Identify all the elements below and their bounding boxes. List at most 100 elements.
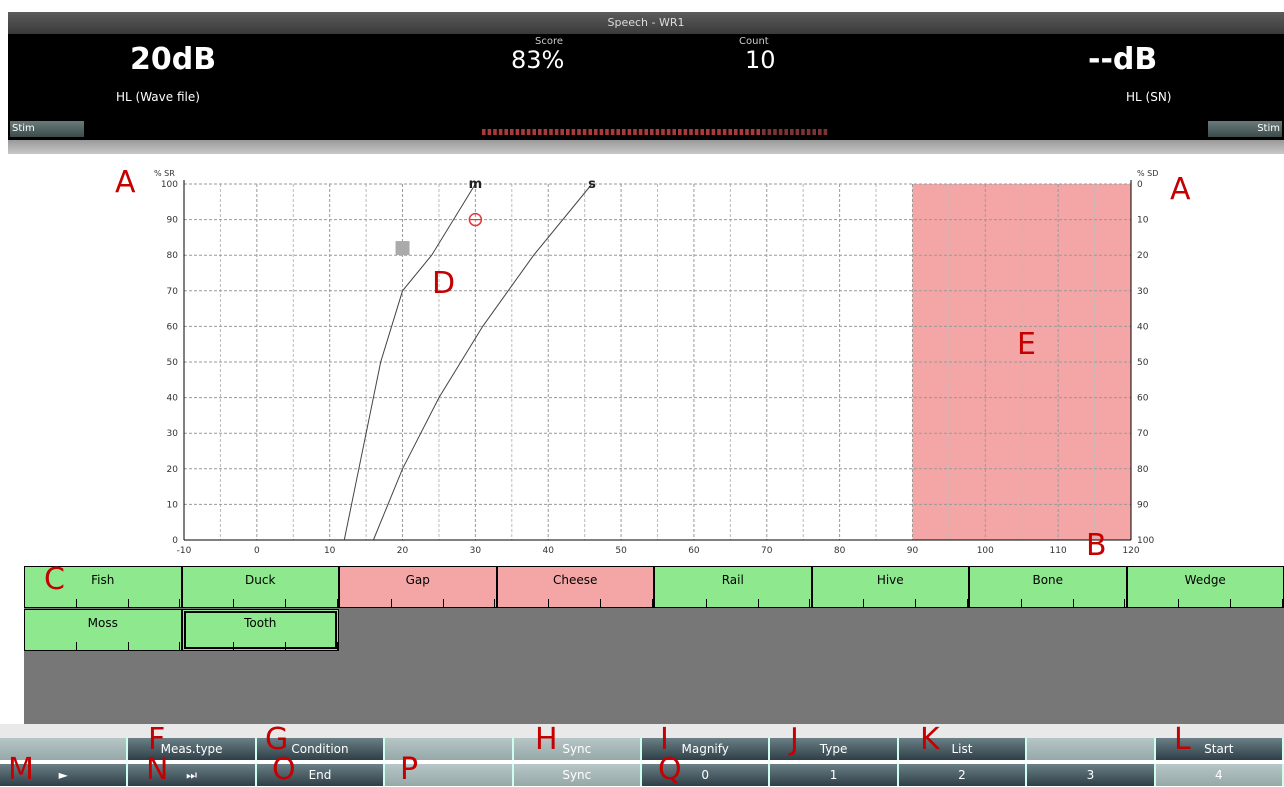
stim-right-button[interactable]: Stim [1208, 121, 1282, 137]
phoneme-cell[interactable] [759, 599, 811, 607]
fk-top-key-8[interactable] [1027, 738, 1156, 760]
phoneme-cell[interactable] [286, 642, 338, 650]
annotation-p: P [400, 752, 419, 787]
phoneme-cell[interactable] [183, 599, 235, 607]
vu-segment [526, 129, 531, 135]
y-tick-label-left: 10 [167, 500, 179, 510]
fk-bottom-key-4[interactable]: Sync [513, 764, 642, 786]
y-tick-label-right: 0 [1137, 180, 1143, 190]
phoneme-cell[interactable] [498, 599, 550, 607]
word-button-wedge[interactable]: Wedge [1126, 566, 1284, 608]
vu-segment [482, 129, 486, 135]
y-axis-label-right: % SD [1137, 169, 1158, 178]
phoneme-strip[interactable] [183, 642, 339, 650]
fk-bottom-key-6[interactable]: 1 [770, 764, 899, 786]
phoneme-cell[interactable] [392, 599, 444, 607]
phoneme-strip[interactable] [498, 599, 654, 607]
vu-segment [706, 129, 710, 135]
word-button-duck[interactable]: Duck [181, 566, 339, 608]
phoneme-cell[interactable] [549, 599, 602, 607]
word-label: Moss [87, 616, 118, 630]
phoneme-cell[interactable] [864, 599, 917, 607]
annotation-h: H [535, 722, 558, 757]
phoneme-cell[interactable] [1022, 599, 1074, 607]
phoneme-cell[interactable] [183, 642, 235, 650]
word-button-gap[interactable]: Gap [339, 566, 497, 608]
right-transducer-label: HL (SN) [1126, 90, 1172, 104]
vu-segment [532, 129, 536, 135]
phoneme-cell[interactable] [77, 599, 129, 607]
phoneme-cell[interactable] [601, 599, 653, 607]
phoneme-strip[interactable] [340, 599, 496, 607]
fk-top-key-4[interactable]: Sync [513, 738, 642, 760]
annotation-n: N [146, 752, 169, 787]
stim-left-button[interactable]: Stim [10, 121, 84, 137]
phoneme-cell[interactable] [286, 599, 338, 607]
vu-segment [767, 129, 772, 135]
phoneme-cell[interactable] [340, 599, 392, 607]
phoneme-cell[interactable] [813, 599, 865, 607]
vu-segment [711, 129, 716, 135]
phoneme-strip[interactable] [970, 599, 1126, 607]
fk-bottom-key-8[interactable]: 3 [1027, 764, 1156, 786]
x-tick-label: 120 [1122, 546, 1139, 556]
word-button-tooth[interactable]: Tooth [181, 609, 339, 651]
phoneme-cell[interactable] [916, 599, 968, 607]
annotation-o: O [272, 752, 296, 787]
phoneme-strip[interactable] [655, 599, 811, 607]
y-tick-label-left: 80 [167, 251, 179, 261]
vu-meter [482, 129, 828, 135]
phoneme-cell[interactable] [234, 599, 287, 607]
vu-segment [605, 129, 609, 135]
fk-bottom-key-9[interactable]: 4 [1155, 764, 1284, 786]
vu-segment [823, 129, 828, 135]
vu-segment [666, 129, 671, 135]
word-button-moss[interactable]: Moss [24, 609, 182, 651]
phoneme-strip[interactable] [813, 599, 969, 607]
phoneme-cell[interactable] [655, 599, 707, 607]
annotation-j: J [790, 722, 799, 757]
vu-segment [549, 129, 553, 135]
x-tick-label: 100 [977, 546, 994, 556]
phoneme-strip[interactable] [183, 599, 339, 607]
phoneme-strip[interactable] [25, 642, 181, 650]
y-tick-label-right: 10 [1137, 216, 1149, 226]
word-button-hive[interactable]: Hive [811, 566, 969, 608]
phoneme-cell[interactable] [444, 599, 496, 607]
vu-segment [498, 129, 503, 135]
vu-segment [594, 129, 598, 135]
y-tick-label-right: 20 [1137, 251, 1149, 261]
x-tick-label: 40 [543, 546, 555, 556]
fk-top-key-7[interactable]: List [898, 738, 1028, 760]
phoneme-cell[interactable] [25, 599, 77, 607]
phoneme-cell[interactable] [77, 642, 129, 650]
phoneme-cell[interactable] [970, 599, 1022, 607]
phoneme-cell[interactable] [1231, 599, 1283, 607]
vu-segment [655, 129, 660, 135]
phoneme-strip[interactable] [25, 599, 181, 607]
phoneme-cell[interactable] [129, 642, 181, 650]
phoneme-cell[interactable] [1128, 599, 1180, 607]
phoneme-cell[interactable] [129, 599, 181, 607]
phoneme-cell[interactable] [234, 642, 287, 650]
y-tick-label-right: 90 [1137, 500, 1149, 510]
phoneme-cell[interactable] [707, 599, 759, 607]
vu-segment [510, 129, 514, 135]
phoneme-strip[interactable] [1128, 599, 1284, 607]
vu-segment [728, 129, 732, 135]
phoneme-cell[interactable] [1074, 599, 1126, 607]
y-tick-label-left: 70 [167, 287, 179, 297]
word-button-rail[interactable]: Rail [654, 566, 812, 608]
phoneme-cell[interactable] [25, 642, 77, 650]
word-button-cheese[interactable]: Cheese [496, 566, 654, 608]
word-label: Gap [405, 573, 430, 587]
phoneme-cell[interactable] [1179, 599, 1232, 607]
x-tick-label: 0 [254, 546, 260, 556]
word-button-bone[interactable]: Bone [969, 566, 1127, 608]
word-list-panel: Fish Duck Gap Cheese Rail Hive Bone Wedge Moss To… [24, 566, 1284, 724]
stim-bar: Stim Stim [8, 118, 1284, 140]
annotation-a-right: A [1170, 172, 1191, 207]
word-label: Rail [721, 573, 744, 587]
fk-bottom-key-7[interactable]: 2 [898, 764, 1028, 786]
word-label: Bone [1032, 573, 1064, 587]
